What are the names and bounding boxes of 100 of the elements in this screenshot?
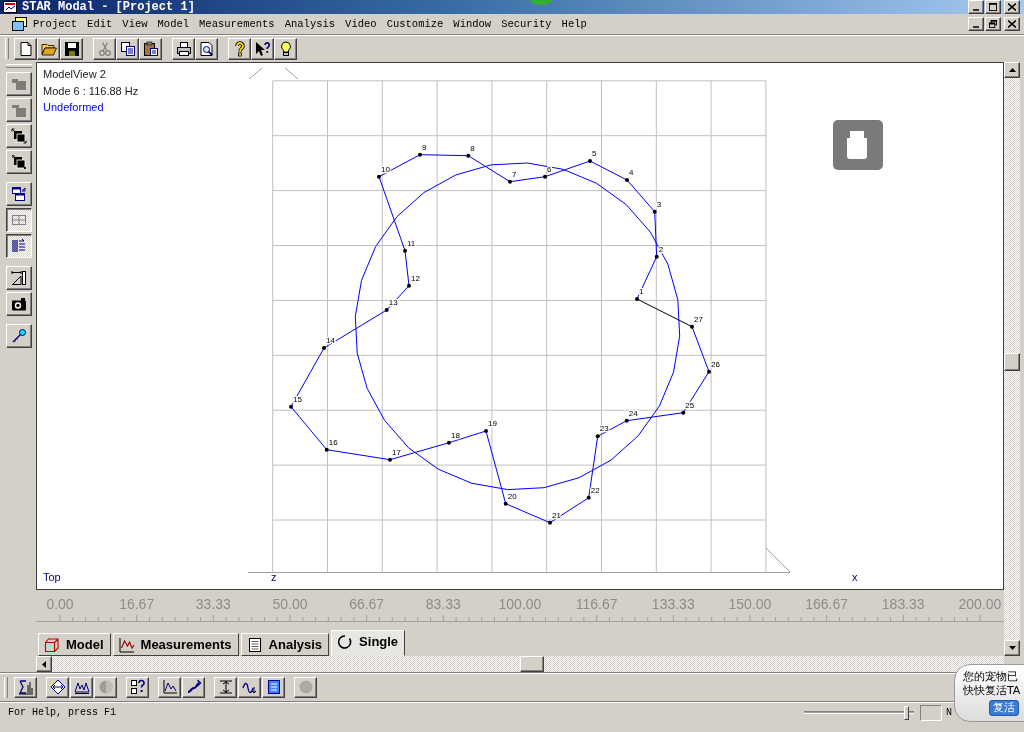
- vertical-scrollbar[interactable]: [1004, 62, 1020, 656]
- menu-item[interactable]: Measurements: [194, 17, 280, 31]
- node-label: 5: [592, 149, 597, 158]
- close-button[interactable]: [1004, 17, 1020, 31]
- new-button[interactable]: [14, 37, 37, 60]
- node-marker[interactable]: [624, 418, 629, 423]
- bracket-button[interactable]: [214, 676, 237, 698]
- node-marker[interactable]: [484, 429, 488, 433]
- tile-button[interactable]: [6, 208, 32, 232]
- node-marker[interactable]: [388, 457, 392, 462]
- node-marker[interactable]: [407, 283, 411, 288]
- node-marker[interactable]: [324, 447, 329, 452]
- restore-button[interactable]: [985, 17, 1001, 31]
- ruler-label: 83.33: [425, 596, 461, 614]
- node-marker[interactable]: [447, 440, 451, 445]
- scroll-left-button[interactable]: [36, 656, 52, 672]
- arrows-button[interactable]: [46, 676, 69, 698]
- lines-button[interactable]: [6, 234, 32, 258]
- node-marker[interactable]: [384, 308, 389, 312]
- node-marker[interactable]: [503, 501, 508, 506]
- enlarge-button[interactable]: [6, 124, 32, 148]
- scroll-up-button[interactable]: [1004, 62, 1020, 78]
- camera-button[interactable]: [6, 292, 32, 316]
- tip-button[interactable]: [274, 37, 297, 60]
- revive-button[interactable]: 复活: [989, 700, 1019, 716]
- scroll-down-button[interactable]: [1004, 640, 1020, 656]
- node-marker[interactable]: [707, 369, 711, 374]
- form-button[interactable]: [262, 676, 285, 698]
- node-marker[interactable]: [625, 178, 629, 182]
- node-marker[interactable]: [595, 434, 600, 439]
- flash-drive-icon: [833, 120, 883, 170]
- wave-button[interactable]: [238, 676, 261, 698]
- context-help-button[interactable]: [251, 37, 274, 60]
- left-arrow-icon: [42, 660, 46, 668]
- open-button[interactable]: [37, 37, 60, 60]
- sum-button[interactable]: [14, 676, 37, 698]
- peaks-button[interactable]: [70, 676, 93, 698]
- ruler-label: 50.00: [272, 596, 308, 614]
- menu-item[interactable]: Security: [496, 17, 557, 31]
- ruler-label: 150.00: [728, 596, 772, 614]
- menu-item[interactable]: Help: [556, 17, 592, 31]
- node-marker[interactable]: [588, 159, 592, 163]
- menu-item[interactable]: Model: [152, 17, 195, 31]
- menu-item[interactable]: Video: [340, 17, 382, 31]
- minimize-button[interactable]: [968, 0, 984, 14]
- help-button[interactable]: [228, 37, 251, 60]
- copy-button[interactable]: [116, 37, 139, 60]
- print-button[interactable]: [172, 37, 195, 60]
- slider-track[interactable]: [804, 705, 914, 720]
- scroll-thumb[interactable]: [1004, 353, 1020, 371]
- node-label: 21: [552, 510, 561, 520]
- maximize-button[interactable]: [985, 0, 1001, 14]
- node-marker[interactable]: [586, 495, 591, 500]
- menu-item[interactable]: Project: [28, 17, 83, 31]
- key-button[interactable]: [6, 324, 32, 348]
- notification-text: 快快复活TA: [963, 684, 1021, 698]
- tab[interactable]: Single: [331, 630, 406, 656]
- scroll-thumb[interactable]: [520, 656, 544, 672]
- menu-item[interactable]: View: [117, 17, 153, 31]
- curve-button[interactable]: [182, 676, 205, 698]
- stacked-shapes-icon: [11, 76, 27, 92]
- node-marker[interactable]: [466, 153, 471, 158]
- menu-item[interactable]: Edit: [82, 17, 118, 31]
- menu-item[interactable]: Customize: [381, 17, 449, 31]
- query-button[interactable]: [126, 676, 149, 698]
- node-marker[interactable]: [322, 346, 326, 350]
- print-preview-button[interactable]: [195, 37, 218, 60]
- shrink-button[interactable]: [6, 150, 32, 174]
- line-chart-icon: [118, 636, 135, 653]
- status-text: For Help, press F1: [8, 705, 117, 720]
- save-button[interactable]: [60, 37, 83, 60]
- menu-item[interactable]: Analysis: [279, 17, 341, 31]
- node-marker[interactable]: [403, 248, 407, 253]
- node-marker[interactable]: [543, 174, 547, 179]
- close-button[interactable]: [1004, 0, 1020, 14]
- cascade-button[interactable]: [6, 182, 32, 206]
- node-marker[interactable]: [508, 179, 512, 184]
- node-label: 1: [639, 287, 644, 296]
- ruler-button[interactable]: [6, 266, 32, 290]
- node-marker[interactable]: [418, 152, 422, 157]
- node-marker[interactable]: [654, 254, 659, 259]
- node-marker[interactable]: [681, 410, 686, 415]
- tab[interactable]: Model: [38, 633, 111, 656]
- paste-button[interactable]: [139, 37, 162, 60]
- menu-item[interactable]: Window: [448, 17, 497, 31]
- node-marker[interactable]: [548, 520, 552, 525]
- minimize-button[interactable]: [968, 17, 984, 31]
- ruler-label: 116.67: [575, 596, 618, 614]
- node-marker[interactable]: [690, 324, 694, 329]
- line-chart-button[interactable]: [158, 676, 181, 698]
- node-label: 16: [328, 437, 338, 447]
- tab[interactable]: Measurements: [112, 633, 239, 656]
- slider-thumb[interactable]: [903, 705, 909, 720]
- node-marker[interactable]: [377, 174, 381, 179]
- node-marker[interactable]: [289, 404, 293, 409]
- node-marker[interactable]: [635, 297, 639, 301]
- horizontal-scrollbar[interactable]: [36, 656, 1004, 672]
- tab[interactable]: Analysis: [240, 633, 330, 656]
- axis-label: z: [271, 571, 277, 583]
- node-marker[interactable]: [652, 209, 657, 214]
